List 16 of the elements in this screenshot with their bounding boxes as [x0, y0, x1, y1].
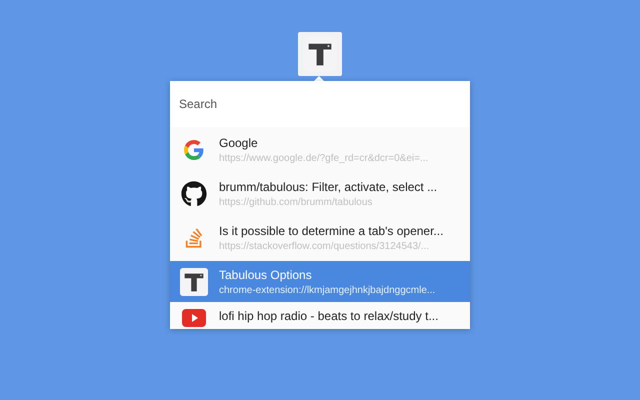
tab-url: https://stackoverflow.com/questions/3124543/... — [219, 240, 430, 252]
tab-title: lofi hip hop radio - beats to relax/study t... — [219, 309, 438, 323]
tab-title: Google — [219, 136, 259, 150]
tab-title: Is it possible to determine a tab's opener... — [219, 224, 444, 238]
tab-item[interactable]: Tabulous Options chrome-extension://lkmjamgejhnkjbajdnggcmle... — [170, 261, 470, 302]
extension-button[interactable] — [298, 32, 342, 76]
tab-title: Tabulous Options — [219, 268, 313, 282]
tab-title: brumm/tabulous: Filter, activate, select ... — [219, 180, 438, 194]
letter-t-icon — [180, 266, 208, 296]
tab-url: chrome-extension://lkmjamgejhnkjbajdnggcmle... — [219, 284, 436, 296]
play-icon — [182, 309, 206, 327]
tab-url: https://github.com/brumm/tabulous — [219, 196, 374, 208]
octocat-icon — [181, 180, 207, 206]
google-g-icon — [184, 140, 204, 160]
tab-url: https://www.google.de/?gfe_rd=cr&dcr=0&ei=... — [219, 152, 428, 164]
stack-icon — [183, 226, 205, 248]
